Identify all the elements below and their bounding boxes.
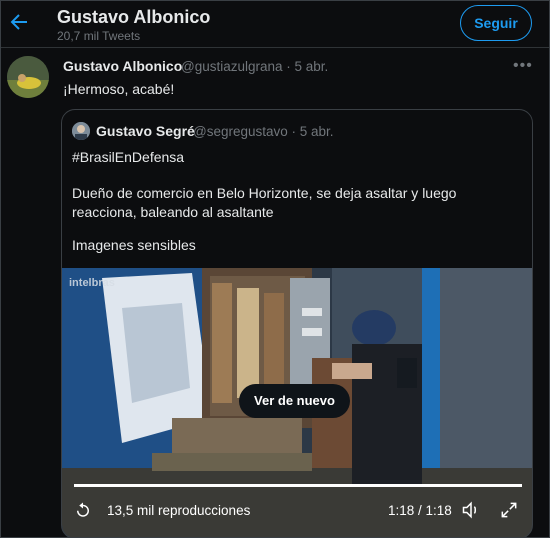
- video-player[interactable]: intelbras Ver de nuevo 13,5 mil reproduc…: [62, 268, 532, 537]
- quoted-avatar: [72, 122, 90, 140]
- author-handle-date[interactable]: @gustiazulgrana · 5 abr.: [181, 59, 328, 74]
- quoted-handle-date: @segregustavo · 5 abr.: [193, 124, 334, 139]
- replay-icon[interactable]: [74, 501, 92, 519]
- quoted-hashtag[interactable]: #BrasilEnDefensa: [72, 148, 522, 167]
- fullscreen-icon[interactable]: [499, 500, 519, 520]
- progress-bar[interactable]: [74, 484, 522, 487]
- quoted-tweet[interactable]: Gustavo Segré @segregustavo · 5 abr. #Br…: [61, 109, 533, 537]
- quoted-author-name: Gustavo Segré: [96, 123, 195, 139]
- header: Gustavo Albonico 20,7 mil Tweets Seguir: [1, 1, 549, 48]
- back-arrow-icon[interactable]: [7, 10, 31, 34]
- sensitive-note: Imagenes sensibles: [72, 237, 196, 253]
- author-name[interactable]: Gustavo Albonico: [63, 58, 182, 74]
- time-readout: 1:18 / 1:18: [388, 503, 452, 518]
- more-options-icon[interactable]: •••: [513, 57, 533, 75]
- volume-icon[interactable]: [460, 500, 482, 520]
- follow-button[interactable]: Seguir: [460, 5, 532, 41]
- replay-button[interactable]: Ver de nuevo: [239, 384, 350, 418]
- quoted-text: Dueño de comercio en Belo Horizonte, se …: [72, 185, 457, 220]
- tweet-text: ¡Hermoso, acabé!: [63, 81, 175, 97]
- watermark: intelbras: [69, 277, 115, 289]
- view-count: 13,5 mil reproducciones: [107, 503, 251, 518]
- tweet-page: Gustavo Albonico 20,7 mil Tweets Seguir …: [0, 0, 550, 538]
- avatar[interactable]: [7, 56, 49, 98]
- tweet-count: 20,7 mil Tweets: [57, 29, 141, 43]
- profile-title: Gustavo Albonico: [57, 7, 211, 27]
